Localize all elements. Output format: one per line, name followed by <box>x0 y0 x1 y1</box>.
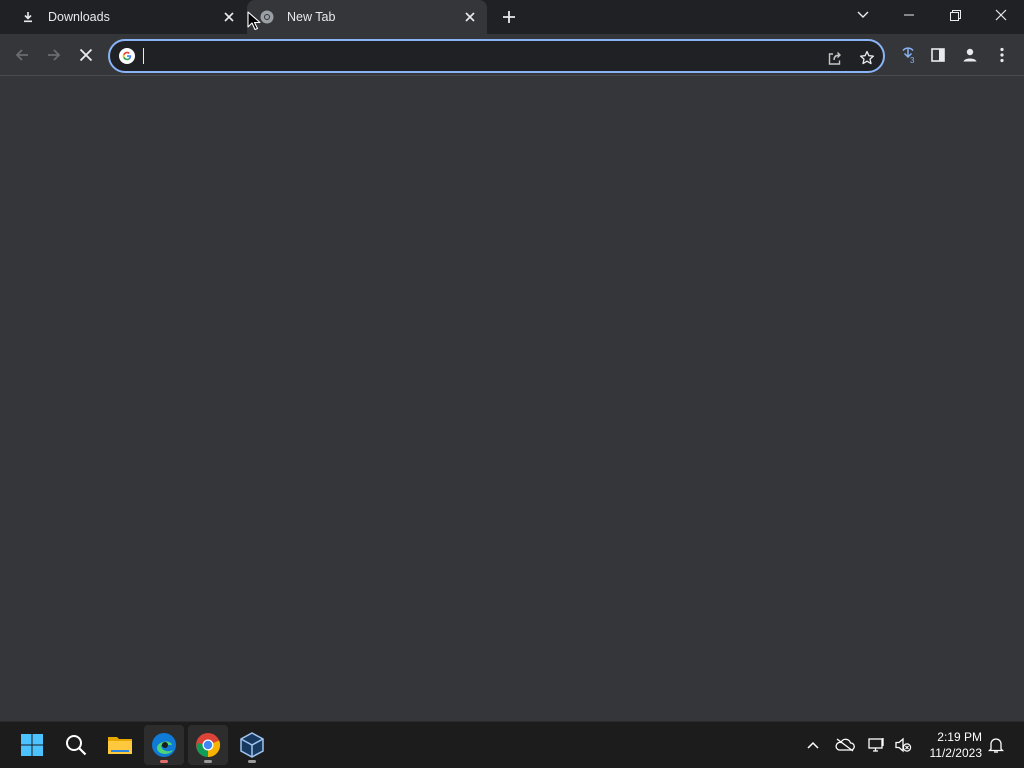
back-button[interactable] <box>10 43 34 67</box>
close-icon <box>995 9 1007 21</box>
chrome-icon <box>196 733 221 758</box>
tab-title: Downloads <box>48 10 110 24</box>
tab-strip: Downloads New Tab <box>0 0 1024 34</box>
network-icon <box>868 738 884 752</box>
window-close-button[interactable] <box>978 0 1024 30</box>
plus-icon <box>503 11 515 23</box>
restore-icon <box>949 9 961 21</box>
side-panel-icon <box>931 48 945 62</box>
taskbar: 2:19 PM 11/2/2023 <box>0 721 1024 768</box>
tab-downloads[interactable]: Downloads <box>8 0 246 34</box>
running-indicator <box>248 760 256 763</box>
download-icon <box>20 9 36 25</box>
file-explorer-icon <box>108 737 132 754</box>
close-icon[interactable] <box>220 8 238 26</box>
mouse-pointer-icon <box>247 11 261 31</box>
edge-icon <box>152 733 176 757</box>
stop-loading-button[interactable] <box>74 43 98 67</box>
google-icon <box>119 48 135 64</box>
edge-button[interactable] <box>144 725 184 765</box>
star-icon <box>859 50 875 65</box>
chevron-up-icon <box>807 741 819 749</box>
system-clock[interactable]: 2:19 PM 11/2/2023 <box>920 729 983 761</box>
downloads-button[interactable]: 3 <box>896 43 920 67</box>
clock-date: 11/2/2023 <box>929 746 983 760</box>
close-icon[interactable] <box>461 8 479 26</box>
tab-new-tab[interactable]: New Tab <box>247 0 487 34</box>
file-explorer-button[interactable] <box>100 725 140 765</box>
new-tab-button[interactable] <box>498 6 520 28</box>
side-panel-button[interactable] <box>926 43 950 67</box>
virtualbox-button[interactable] <box>232 725 272 765</box>
chrome-button[interactable] <box>188 725 228 765</box>
page-content <box>0 77 1024 721</box>
start-icon <box>21 734 43 756</box>
notifications-button[interactable] <box>985 734 1007 756</box>
arrow-right-icon <box>48 49 61 61</box>
menu-button[interactable] <box>990 43 1014 67</box>
virtualbox-icon <box>240 732 264 758</box>
profile-button[interactable] <box>958 43 982 67</box>
search-icon <box>66 735 87 756</box>
share-icon <box>828 52 841 65</box>
address-input[interactable] <box>142 46 802 66</box>
bell-icon <box>988 738 1004 753</box>
minimize-button[interactable] <box>886 0 932 30</box>
tab-search-button[interactable] <box>852 5 874 25</box>
tab-title: New Tab <box>287 10 336 24</box>
person-icon <box>963 48 977 62</box>
minimize-icon <box>904 14 914 16</box>
volume-button[interactable] <box>892 734 914 756</box>
share-button[interactable] <box>824 47 846 69</box>
clock-time: 2:19 PM <box>937 730 982 744</box>
arrow-left-icon <box>15 49 28 61</box>
chrome-newtab-icon <box>259 9 275 25</box>
close-icon <box>79 48 93 62</box>
cloud-offline-icon <box>835 738 855 752</box>
taskbar-search-button[interactable] <box>56 725 96 765</box>
more-vert-icon <box>1000 47 1004 63</box>
restore-button[interactable] <box>932 0 978 30</box>
start-button[interactable] <box>12 725 52 765</box>
browser-toolbar: 3 <box>0 34 1024 76</box>
running-indicator <box>204 760 212 763</box>
running-indicator <box>160 760 168 763</box>
address-bar[interactable] <box>108 39 885 73</box>
bookmark-button[interactable] <box>856 47 878 69</box>
forward-button[interactable] <box>42 43 66 67</box>
onedrive-button[interactable] <box>834 734 856 756</box>
chevron-down-icon <box>857 11 869 18</box>
volume-muted-icon <box>895 737 912 753</box>
text-caret <box>143 48 144 64</box>
show-hidden-icons-button[interactable] <box>802 734 824 756</box>
downloads-count: 3 <box>910 56 915 65</box>
network-button[interactable] <box>866 734 888 756</box>
